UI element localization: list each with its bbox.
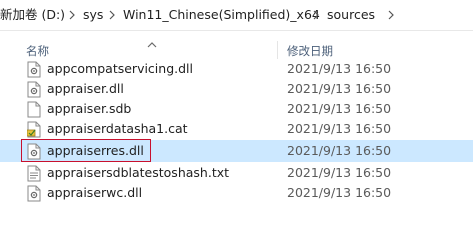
- file-name: appraisersdblatestoshash.txt: [47, 165, 230, 180]
- list-item[interactable]: appraiser.dll 2021/9/13 16:50: [0, 78, 473, 100]
- chevron-right-icon[interactable]: [387, 9, 395, 21]
- list-item[interactable]: appraisersdblatestoshash.txt 2021/9/13 1…: [0, 162, 473, 184]
- list-item[interactable]: appraiserdatasha1.cat 2021/9/13 16:50: [0, 118, 473, 140]
- breadcrumb-win11-folder[interactable]: Win11_Chinese(Simplified)_x64: [123, 0, 320, 30]
- file-modified: 2021/9/13 16:50: [287, 81, 392, 96]
- highlight-box: [21, 139, 151, 162]
- chevron-right-icon: [312, 9, 320, 21]
- file-modified: 2021/9/13 16:50: [287, 185, 392, 200]
- catalog-file-icon: [26, 121, 41, 138]
- list-item[interactable]: appraiser.sdb 2021/9/13 16:50: [0, 98, 473, 120]
- column-header-name[interactable]: 名称: [26, 43, 49, 59]
- file-name: appcompatservicing.dll: [47, 61, 193, 76]
- file-modified: 2021/9/13 16:50: [287, 101, 392, 116]
- blank-file-icon: [27, 101, 41, 118]
- file-modified: 2021/9/13 16:50: [287, 165, 392, 180]
- dll-file-icon: [27, 61, 41, 78]
- list-item[interactable]: appcompatservicing.dll 2021/9/13 16:50: [0, 58, 473, 80]
- breadcrumb-sys[interactable]: sys: [83, 0, 103, 30]
- file-name: appraiser.dll: [47, 81, 124, 96]
- file-name: appraiserdatasha1.cat: [47, 121, 188, 136]
- file-name: appraiser.sdb: [47, 101, 132, 116]
- address-bar-divider: [0, 30, 473, 31]
- file-modified: 2021/9/13 16:50: [287, 121, 392, 136]
- breadcrumb-sources[interactable]: sources: [327, 0, 375, 30]
- file-modified: 2021/9/13 16:50: [287, 61, 392, 76]
- file-name: appraiserwc.dll: [47, 185, 143, 200]
- dll-file-icon: [27, 81, 41, 98]
- column-divider[interactable]: [277, 41, 278, 59]
- breadcrumb: 新加卷 (D:) sys Win11_Chinese(Simplified)_x…: [0, 0, 473, 30]
- dll-file-icon: [27, 185, 41, 202]
- text-file-icon: [27, 165, 41, 182]
- file-modified: 2021/9/13 16:50: [287, 143, 392, 158]
- column-header-modified[interactable]: 修改日期: [287, 43, 333, 59]
- chevron-right-icon: [108, 9, 116, 21]
- chevron-right-icon: [68, 9, 76, 21]
- column-header: 名称 修改日期: [0, 38, 473, 59]
- list-item[interactable]: appraiserwc.dll 2021/9/13 16:50: [0, 182, 473, 204]
- breadcrumb-drive[interactable]: 新加卷 (D:): [0, 0, 65, 30]
